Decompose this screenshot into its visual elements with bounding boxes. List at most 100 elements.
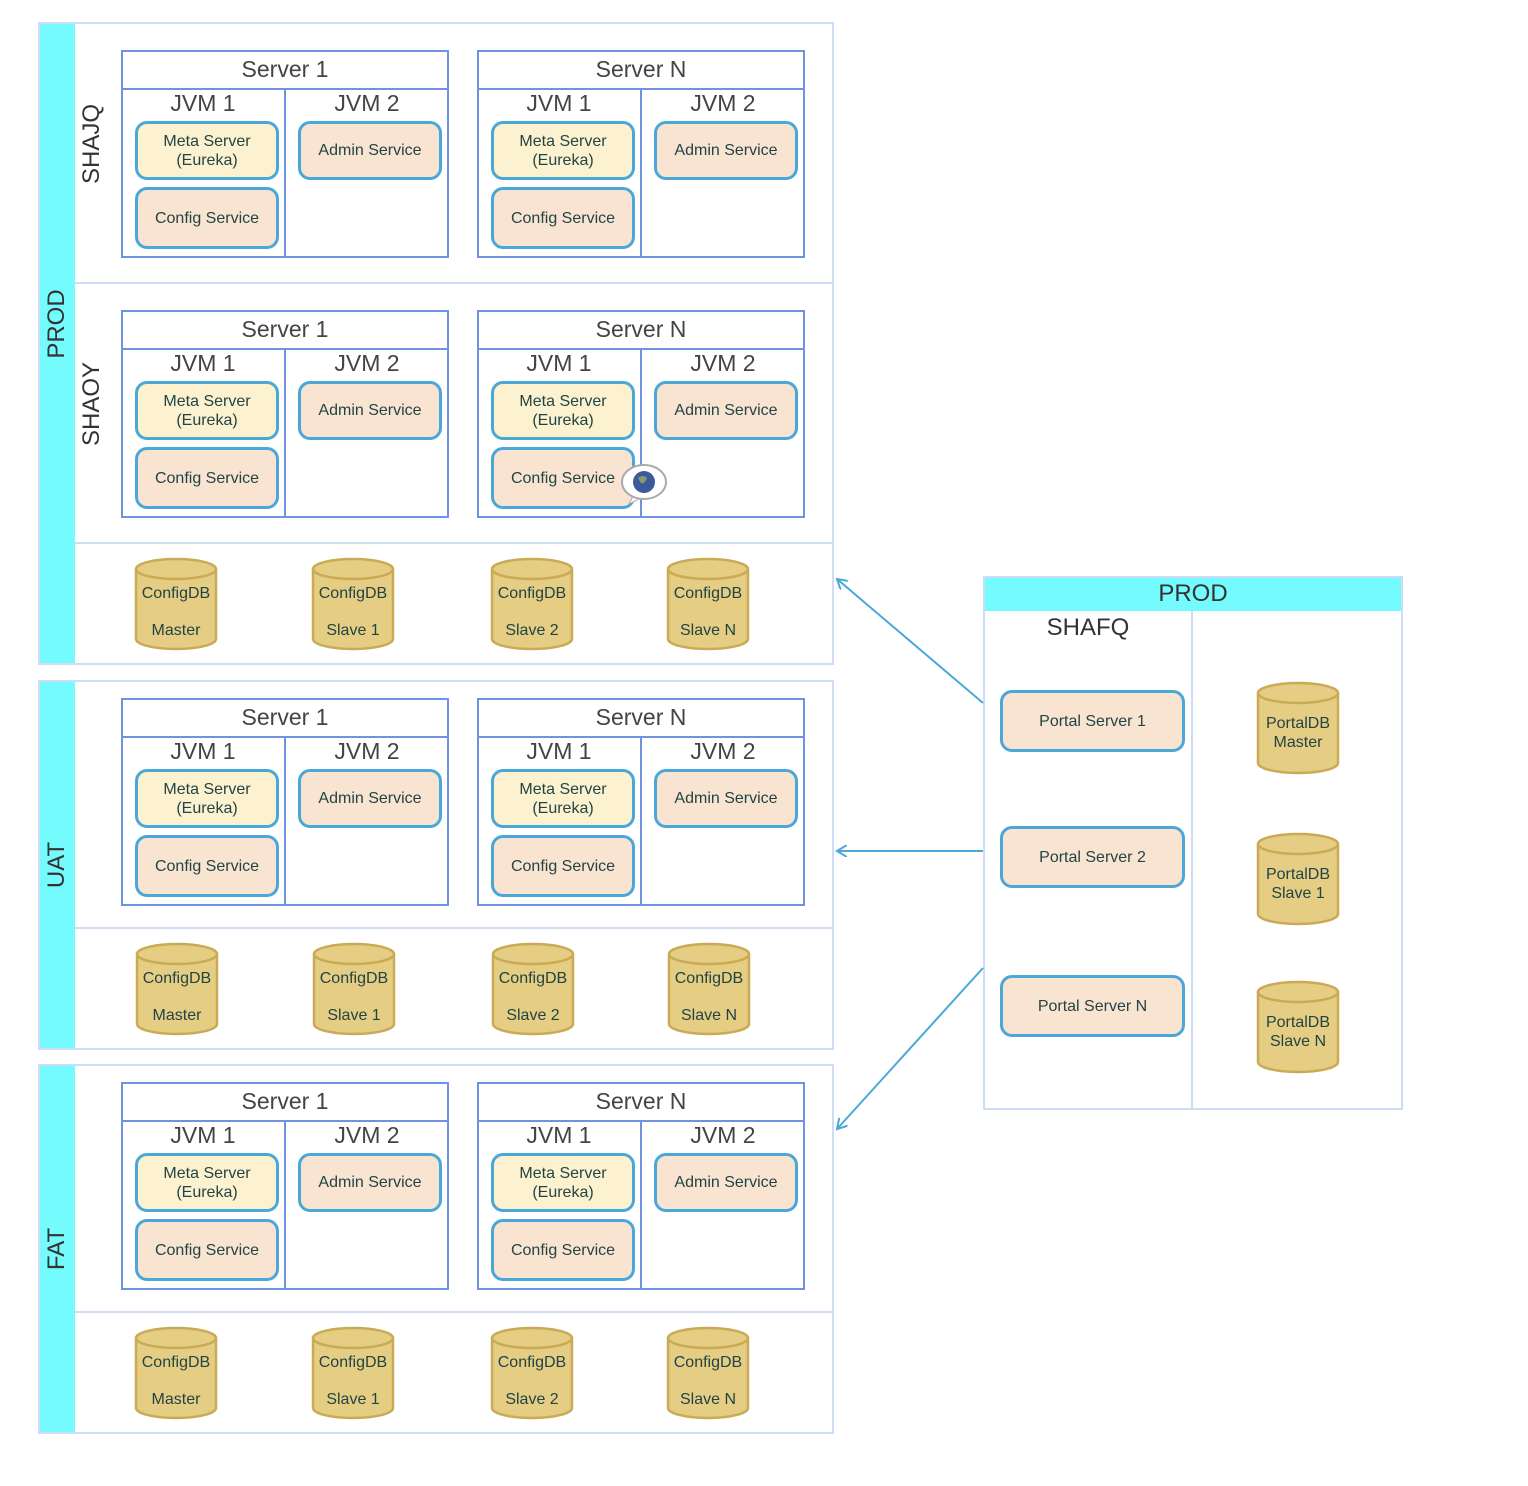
meta-server-service: Meta Server (Eureka): [135, 769, 279, 828]
jvm-label: JVM 1: [526, 738, 592, 764]
server-title: Server 1: [123, 312, 447, 350]
meta-server-service: Meta Server (Eureka): [491, 1153, 635, 1212]
db-label-line2: Master: [151, 1391, 201, 1408]
db-label-line2: Slave 2: [505, 622, 559, 639]
db-label-line1: PortalDB: [1265, 1014, 1331, 1031]
server-box: Server 1 JVM 1 JVM 2 Meta Server (Eureka) Co…: [121, 698, 449, 906]
db-label-line1: ConfigDB: [318, 585, 388, 602]
server-title: Server N: [479, 700, 803, 738]
portal-env-header: PROD: [985, 578, 1401, 611]
db-label-line2: Master: [152, 1007, 202, 1024]
db-label-line1: ConfigDB: [497, 585, 567, 602]
server-title: Server N: [479, 312, 803, 350]
server-title: Server 1: [123, 52, 447, 90]
jvm-divider: [284, 736, 286, 904]
db-label-line1: PortalDB: [1265, 715, 1331, 732]
jvm-label: JVM 1: [170, 738, 236, 764]
server-box: Server 1 JVM 1 JVM 2 Meta Server (Eureka) Co…: [121, 1082, 449, 1290]
admin-service: Admin Service: [654, 1153, 798, 1212]
jvm-label: JVM 2: [334, 350, 400, 376]
jvm-label: JVM 1: [526, 1122, 592, 1148]
server-box: Server N JVM 1 JVM 2 Meta Server (Eureka) Co…: [477, 50, 805, 258]
db-label-line1: ConfigDB: [673, 1354, 743, 1371]
meta-server-service: Meta Server (Eureka): [491, 121, 635, 180]
db-label-line1: ConfigDB: [141, 585, 211, 602]
config-service: Config Service: [491, 447, 635, 509]
config-db: ConfigDB Slave 1: [311, 1326, 395, 1420]
server-box: Server N JVM 1 JVM 2 Meta Server (Eureka) Co…: [477, 310, 805, 518]
environment-label: PROD: [43, 288, 70, 359]
server-box: Server 1 JVM 1 JVM 2 Meta Server (Eureka) Co…: [121, 310, 449, 518]
server-title: Server N: [479, 1084, 803, 1122]
db-label-line1: ConfigDB: [497, 1354, 567, 1371]
config-db: ConfigDB Slave 2: [491, 942, 575, 1036]
arrow-to-fat: [837, 967, 984, 1129]
config-service: Config Service: [135, 835, 279, 897]
arrow-to-prod: [837, 579, 984, 704]
row-divider: [75, 542, 833, 544]
config-db: ConfigDB Slave 1: [312, 942, 396, 1036]
config-service: Config Service: [135, 447, 279, 509]
db-label-line2: Slave N: [679, 1391, 737, 1408]
meta-server-service: Meta Server (Eureka): [135, 1153, 279, 1212]
db-label-line2: Slave 2: [505, 1391, 559, 1408]
db-label-line2: Slave 1: [1271, 885, 1325, 902]
admin-service: Admin Service: [654, 121, 798, 180]
meta-server-service: Meta Server (Eureka): [491, 381, 635, 440]
meta-server-service: Meta Server (Eureka): [135, 121, 279, 180]
db-label: PortalDB Slave 1: [1256, 865, 1340, 903]
cluster-label: SHAJQ: [78, 104, 105, 185]
portal-db: PortalDB Slave N: [1256, 980, 1340, 1074]
environment-label: FAT: [43, 1227, 70, 1271]
db-label-line1: ConfigDB: [142, 970, 212, 987]
admin-service: Admin Service: [298, 769, 442, 828]
server-box: Server N JVM 1 JVM 2 Meta Server (Eureka) Co…: [477, 1082, 805, 1290]
config-service: Config Service: [491, 835, 635, 897]
config-db: ConfigDB Master: [135, 942, 219, 1036]
db-label-line2: Slave 1: [326, 1391, 380, 1408]
portal-db: PortalDB Slave 1: [1256, 832, 1340, 926]
db-label-line2: Master: [1273, 734, 1323, 751]
server-box: Server 1 JVM 1 JVM 2 Meta Server (Eureka) Co…: [121, 50, 449, 258]
environment-label: UAT: [43, 841, 70, 889]
admin-service: Admin Service: [654, 381, 798, 440]
server-title: Server 1: [123, 1084, 447, 1122]
jvm-divider: [284, 348, 286, 516]
portal-cluster-label: SHAFQ: [1046, 614, 1130, 641]
jvm-label: JVM 1: [526, 350, 592, 376]
server-title: Server 1: [123, 700, 447, 738]
jvm-label: JVM 2: [690, 90, 756, 116]
config-service: Config Service: [135, 1219, 279, 1281]
jvm-label: JVM 2: [690, 350, 756, 376]
globe-icon: [619, 462, 669, 506]
db-label-line1: ConfigDB: [674, 970, 744, 987]
db-label: PortalDB Slave N: [1256, 1013, 1340, 1051]
admin-service: Admin Service: [298, 1153, 442, 1212]
portal-server: Portal Server N: [1000, 975, 1185, 1037]
db-label-line1: ConfigDB: [673, 585, 743, 602]
config-db: ConfigDB Slave N: [667, 942, 751, 1036]
jvm-divider: [640, 736, 642, 904]
db-label-line1: ConfigDB: [319, 970, 389, 987]
portal-db: PortalDB Master: [1256, 681, 1340, 775]
db-label: PortalDB Master: [1256, 714, 1340, 752]
config-db: ConfigDB Slave 2: [490, 1326, 574, 1420]
db-label-line2: Slave N: [1269, 1033, 1327, 1050]
jvm-label: JVM 2: [334, 90, 400, 116]
jvm-label: JVM 2: [690, 738, 756, 764]
portal-server: Portal Server 2: [1000, 826, 1185, 888]
deployment-diagram: PROD SHAJQ Server 1 JVM 1 JVM 2 Meta Server (…: [0, 0, 1528, 1486]
db-label-line2: Slave 1: [327, 1007, 381, 1024]
config-db: ConfigDB Master: [134, 1326, 218, 1420]
jvm-divider: [284, 88, 286, 256]
db-label-line2: Slave 2: [506, 1007, 560, 1024]
db-label-line1: ConfigDB: [141, 1354, 211, 1371]
config-service: Config Service: [491, 1219, 635, 1281]
cluster-label: SHAOY: [78, 362, 105, 447]
db-label-line1: PortalDB: [1265, 866, 1331, 883]
db-label-line1: ConfigDB: [318, 1354, 388, 1371]
meta-server-service: Meta Server (Eureka): [135, 381, 279, 440]
db-label-line2: Slave N: [680, 1007, 738, 1024]
admin-service: Admin Service: [298, 381, 442, 440]
row-divider: [75, 927, 833, 929]
